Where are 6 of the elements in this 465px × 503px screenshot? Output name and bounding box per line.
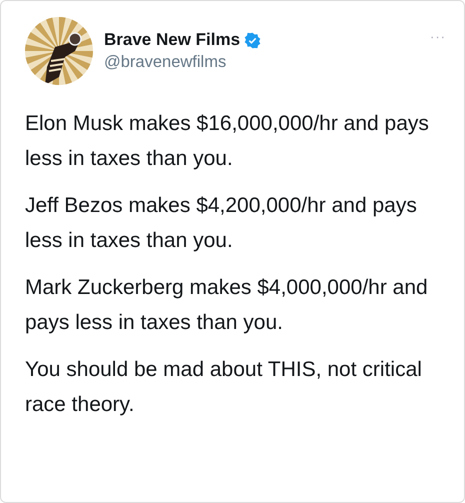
tweet-paragraph: Mark Zuckerberg makes $4,000,000/hr and pays less in taxes than you. <box>25 275 429 336</box>
tweet-paragraph: Elon Musk makes $16,000,000/hr and pays less in taxes than you. <box>25 111 430 172</box>
tweet-paragraph: Jeff Bezos makes $4,200,000/hr and pays less in taxes than you. <box>25 193 418 254</box>
author-name[interactable]: Brave New Films <box>104 30 240 50</box>
tweet-paragraph: You should be mad about THIS, not critical race theory. <box>25 357 423 418</box>
author-handle[interactable]: @bravenewfilms <box>104 53 419 72</box>
